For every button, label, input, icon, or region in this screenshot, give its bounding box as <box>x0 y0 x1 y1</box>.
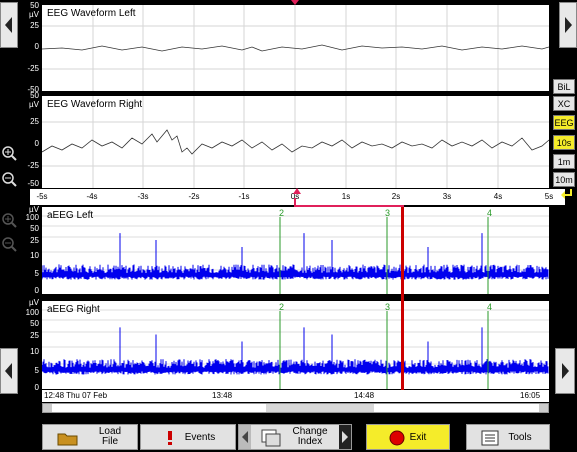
10s-button[interactable]: 10s <box>553 135 575 150</box>
zoom-out-button[interactable] <box>0 170 18 188</box>
cursor-up-marker <box>293 188 301 194</box>
marker-label: 3 <box>385 208 391 218</box>
index-icon <box>261 429 281 447</box>
eeg-xtick: 4s <box>493 192 503 201</box>
index-next-button[interactable] <box>339 425 351 449</box>
aeeg-trace <box>42 359 549 375</box>
cursor-connector-v <box>294 198 296 206</box>
scrollbar-right-cap <box>539 404 548 412</box>
zoom-in-button[interactable] <box>0 144 18 162</box>
events-label: Events <box>184 432 216 443</box>
aeeg-time-end: 16:05 <box>520 391 541 400</box>
aeeg-scroll-right-button[interactable] <box>555 348 575 394</box>
stop-icon <box>389 430 405 446</box>
time-scrollbar[interactable] <box>42 403 549 413</box>
eeg-xtick: 5s <box>544 192 554 201</box>
events-button[interactable]: Events <box>140 424 236 450</box>
10m-button[interactable]: 10m <box>553 172 575 187</box>
aeeg-left-ytick: 25 <box>30 236 39 245</box>
eeg-xtick: 3s <box>442 192 452 201</box>
left-arrow-icon <box>242 431 248 443</box>
aeeg-left-ytick: 50 <box>30 224 39 233</box>
aeeg-trace <box>42 264 549 280</box>
exit-button[interactable]: Exit <box>366 424 450 450</box>
aeeg-left-ytick: 5 <box>34 269 39 278</box>
aeeg-left-title: aEEG Left <box>47 210 94 221</box>
scrollbar-thumb[interactable] <box>266 404 374 412</box>
time-cursor-line[interactable] <box>401 207 404 390</box>
list-icon <box>481 430 499 446</box>
right-arrow-icon <box>565 17 572 33</box>
load-file-button[interactable]: Load File <box>42 424 138 450</box>
zoom-in-icon <box>2 146 17 161</box>
eeg-left-panel[interactable]: EEG Waveform Left <box>42 5 549 91</box>
xc-button[interactable]: XC <box>553 96 575 111</box>
aeeg-right-ytick: 25 <box>30 331 39 340</box>
1m-button[interactable]: 1m <box>553 154 575 169</box>
bil-button[interactable]: BiL <box>553 79 575 94</box>
zoom-out-icon <box>2 172 17 187</box>
aeeg-time-start: 12:48 Thu 07 Feb <box>44 391 108 400</box>
right-arrow-icon <box>562 363 569 379</box>
eeg-xtick: -5s <box>36 192 48 201</box>
scrollbar-left-cap <box>43 404 52 412</box>
eeg-right-ytick-25: 25 <box>30 117 39 126</box>
aeeg-right-title: aEEG Right <box>47 304 100 315</box>
eeg-right-yunit: µV <box>29 100 39 109</box>
index-prev-button[interactable] <box>239 425 251 449</box>
folder-icon <box>57 433 78 446</box>
aeeg-right-ytick: 50 <box>30 319 39 328</box>
marker-label: 4 <box>487 302 493 312</box>
aeeg-left-ytick: 0 <box>34 286 39 295</box>
eeg-xtick: -2s <box>188 192 200 201</box>
aeeg-right-plot <box>42 309 549 389</box>
eeg-xtick: -4s <box>86 192 98 201</box>
marker-label: 4 <box>487 208 493 218</box>
change-index-label: Change Index <box>292 426 328 447</box>
eeg-xtick: -3s <box>137 192 149 201</box>
exclamation-icon <box>168 431 172 445</box>
aeeg-time-axis: 12:48 Thu 07 Feb 13:48 14:48 16:05 <box>42 390 549 402</box>
eeg-button[interactable]: EEG <box>553 115 575 130</box>
aeeg-scroll-left-button[interactable] <box>0 348 18 394</box>
tools-button[interactable]: Tools <box>466 424 550 450</box>
marker-label: 3 <box>385 302 391 312</box>
aeeg-right-ytick: 100 <box>25 308 39 317</box>
marker-label: 2 <box>279 208 285 218</box>
eeg-right-ytick-50: 50 <box>30 91 39 100</box>
eeg-left-yunit: µV <box>29 10 39 19</box>
return-arrow-icon[interactable] <box>560 188 574 200</box>
eeg-left-title: EEG Waveform Left <box>47 8 136 19</box>
eeg-left-ytick-m25: -25 <box>27 64 39 73</box>
exit-label: Exit <box>409 432 427 443</box>
change-index-button[interactable]: Change Index <box>238 424 352 450</box>
eeg-xtick: 2s <box>391 192 401 201</box>
aeeg-left-panel[interactable]: aEEG Left 2 3 4 <box>42 207 549 294</box>
right-arrow-icon <box>342 431 348 443</box>
scroll-right-button[interactable] <box>559 2 577 48</box>
tools-label: Tools <box>508 432 532 443</box>
eeg-xtick: -1s <box>238 192 250 201</box>
marker-label: 2 <box>279 302 285 312</box>
cursor-connector <box>294 205 404 207</box>
eeg-time-axis: -5s -4s -3s -2s -1s 0s 1s 2s 3s 4s 5s <box>30 188 565 205</box>
eeg-left-ytick-50: 50 <box>30 1 39 10</box>
eeg-right-ytick-m25: -25 <box>27 161 39 170</box>
load-file-label: Load File <box>98 426 122 447</box>
aeeg-right-yunit: µV <box>29 298 39 307</box>
eeg-right-title: EEG Waveform Right <box>47 99 143 110</box>
eeg-right-panel[interactable]: EEG Waveform Right <box>42 96 549 188</box>
aeeg-time-tick: 14:48 <box>354 391 375 400</box>
eeg-xtick: 1s <box>341 192 351 201</box>
aeeg-right-panel[interactable]: aEEG Right 2 3 4 <box>42 301 549 389</box>
aeeg-time-tick: 13:48 <box>212 391 233 400</box>
eeg-left-ytick-0: 0 <box>34 42 39 51</box>
aeeg-left-ytick: 100 <box>25 213 39 222</box>
aeeg-left-ytick: 10 <box>30 251 39 260</box>
eeg-left-ytick-25: 25 <box>30 21 39 30</box>
left-arrow-icon <box>5 363 12 379</box>
aeeg-left-plot <box>42 215 549 294</box>
